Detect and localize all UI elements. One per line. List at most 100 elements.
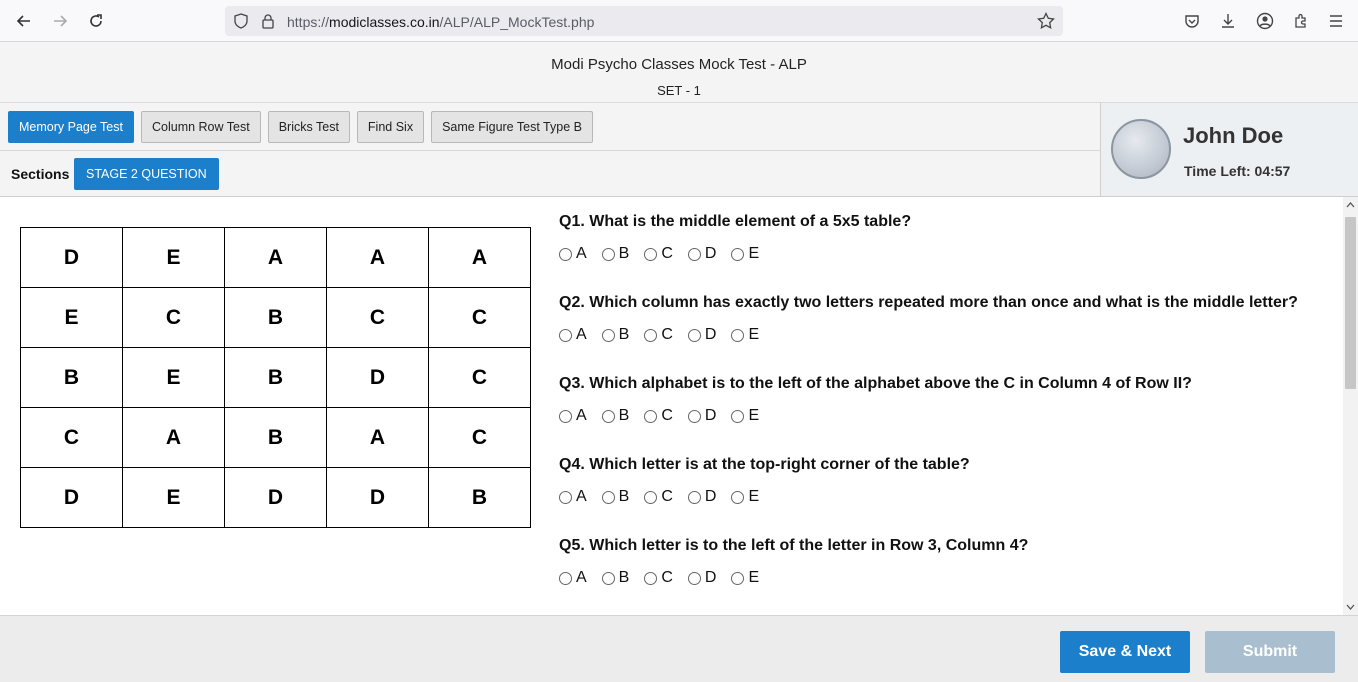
vertical-scrollbar[interactable] [1343, 197, 1358, 615]
radio-button[interactable] [601, 490, 615, 504]
pocket-icon[interactable] [1181, 10, 1203, 32]
table-cell: B [224, 347, 327, 408]
radio-button[interactable] [644, 247, 658, 261]
account-icon[interactable] [1254, 10, 1276, 32]
option-d[interactable]: D [687, 326, 717, 344]
option-b[interactable]: B [601, 569, 629, 587]
radio-button[interactable] [559, 328, 572, 342]
option-e[interactable]: E [731, 488, 759, 506]
radio-button[interactable] [601, 328, 615, 342]
radio-button[interactable] [644, 328, 658, 342]
radio-button[interactable] [687, 571, 701, 585]
option-a[interactable]: A [559, 326, 587, 344]
radio-button[interactable] [559, 571, 572, 585]
candidate-name: John Doe [1183, 123, 1284, 148]
option-d[interactable]: D [687, 488, 716, 506]
menu-icon[interactable] [1325, 10, 1347, 32]
back-icon[interactable] [12, 9, 36, 33]
option-label: A [576, 245, 587, 262]
radio-button[interactable] [559, 409, 572, 423]
scroll-down-icon[interactable] [1346, 602, 1355, 613]
radio-button[interactable] [601, 409, 615, 423]
question-5: Q5. Which letter is to the left of the l… [559, 537, 1028, 587]
option-a[interactable]: A [559, 407, 587, 425]
option-a[interactable]: A [559, 488, 587, 506]
sections-label: Sections [11, 166, 70, 182]
reload-icon[interactable] [84, 9, 108, 33]
table-cell: C [20, 407, 123, 468]
radio-button[interactable] [559, 247, 572, 261]
radio-button[interactable] [731, 409, 745, 423]
avatar [1111, 119, 1171, 179]
url-host: modiclasses.co.in [329, 14, 440, 30]
forward-icon[interactable] [48, 9, 72, 33]
save-and-next-button[interactable]: Save & Next [1060, 631, 1190, 673]
option-b[interactable]: B [601, 245, 630, 263]
extensions-icon[interactable] [1290, 10, 1312, 32]
option-label: B [618, 326, 630, 343]
radio-button[interactable] [731, 247, 745, 261]
option-c[interactable]: C [644, 569, 673, 587]
option-b[interactable]: B [601, 488, 629, 506]
radio-button[interactable] [644, 409, 658, 423]
option-label: A [576, 407, 587, 424]
option-d[interactable]: D [687, 569, 716, 587]
tab-column-row-test[interactable]: Column Row Test [140, 111, 261, 143]
option-label: C [661, 245, 673, 262]
option-c[interactable]: C [644, 488, 673, 506]
page-title: Modi Psycho Classes Mock Test - ALP [551, 56, 807, 73]
lock-icon[interactable] [261, 13, 275, 34]
option-e[interactable]: E [731, 569, 759, 587]
option-label: D [704, 326, 717, 343]
option-e[interactable]: E [731, 245, 759, 263]
table-cell: A [122, 407, 225, 468]
option-c[interactable]: C [644, 407, 673, 425]
scroll-thumb[interactable] [1345, 217, 1356, 389]
shield-icon[interactable] [233, 13, 249, 34]
radio-button[interactable] [687, 328, 701, 342]
bookmark-star-icon[interactable] [1037, 11, 1055, 35]
option-c[interactable]: C [644, 245, 673, 263]
option-label: C [661, 407, 673, 424]
tab-memory-page-test[interactable]: Memory Page Test [8, 111, 134, 143]
radio-button[interactable] [731, 571, 745, 585]
option-label: B [618, 245, 630, 262]
table-cell: A [326, 227, 429, 288]
option-d[interactable]: D [687, 407, 716, 425]
option-a[interactable]: A [559, 245, 587, 263]
answer-options: A B C D E [559, 326, 1298, 344]
radio-button[interactable] [559, 490, 572, 504]
option-c[interactable]: C [644, 326, 673, 344]
submit-button[interactable]: Submit [1205, 631, 1335, 673]
option-e[interactable]: E [731, 326, 759, 344]
radio-button[interactable] [601, 571, 615, 585]
radio-button[interactable] [731, 328, 745, 342]
option-d[interactable]: D [687, 245, 716, 263]
test-header: Modi Psycho Classes Mock Test - ALP SET … [0, 42, 1358, 102]
tab-find-six[interactable]: Find Six [356, 111, 425, 143]
radio-button[interactable] [687, 490, 701, 504]
radio-button[interactable] [731, 490, 745, 504]
radio-button[interactable] [687, 247, 701, 261]
radio-button[interactable] [644, 490, 658, 504]
divider [0, 150, 1100, 151]
scroll-up-icon[interactable] [1346, 200, 1355, 211]
option-b[interactable]: B [601, 326, 630, 344]
radio-button[interactable] [601, 247, 615, 261]
answer-options: A B C D E [559, 407, 1192, 425]
stage-2-question-button[interactable]: STAGE 2 QUESTION [74, 158, 219, 190]
tab-same-figure-test-type-b[interactable]: Same Figure Test Type B [431, 111, 593, 143]
url-bar[interactable]: https://modiclasses.co.in/ALP/ALP_MockTe… [225, 6, 1063, 36]
option-label: E [748, 245, 760, 262]
radio-button[interactable] [644, 571, 658, 585]
test-navigation-panel: Memory Page Test Column Row Test Bricks … [0, 102, 1100, 197]
download-icon[interactable] [1217, 10, 1239, 32]
option-b[interactable]: B [601, 407, 629, 425]
radio-button[interactable] [687, 409, 701, 423]
question-1: Q1. What is the middle element of a 5x5 … [559, 213, 911, 263]
question-area: D E A A A E C B C C B E B D C C A B A C [0, 197, 1343, 615]
option-a[interactable]: A [559, 569, 587, 587]
option-e[interactable]: E [731, 407, 759, 425]
tab-bricks-test[interactable]: Bricks Test [267, 111, 350, 143]
table-row: D E A A A [20, 227, 531, 288]
